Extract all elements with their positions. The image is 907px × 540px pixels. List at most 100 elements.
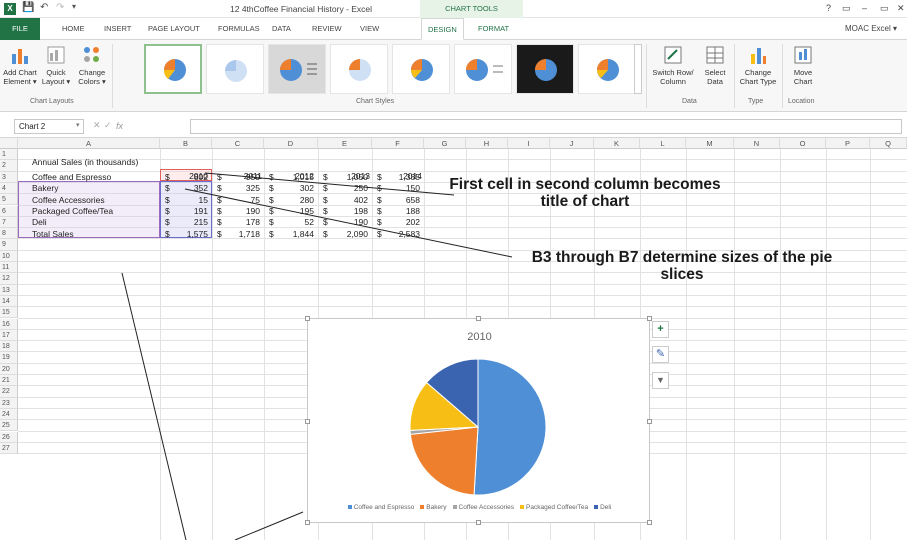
row-header-27[interactable]: 27 xyxy=(0,442,18,455)
user-account[interactable]: MOAC Excel ▾ xyxy=(845,24,897,33)
cell-value[interactable]: 188 xyxy=(372,206,420,217)
column-header-j[interactable]: J xyxy=(550,138,594,149)
cell-value[interactable]: 352 xyxy=(160,183,208,194)
cell-value[interactable]: 195 xyxy=(264,206,314,217)
chart-style-4[interactable] xyxy=(330,44,388,94)
cell-label[interactable]: Coffee and Espresso xyxy=(32,172,111,183)
chart-style-5[interactable] xyxy=(392,44,450,94)
row-header-2[interactable]: 2 xyxy=(0,160,18,172)
cell-value[interactable]: 325 xyxy=(212,183,260,194)
insert-function-icon[interactable]: fx xyxy=(116,121,123,131)
column-header-b[interactable]: B xyxy=(160,138,212,149)
cell-value[interactable]: 402 xyxy=(318,195,368,206)
cell-value[interactable]: 1,015 xyxy=(264,172,314,183)
row-header-8[interactable]: 8 xyxy=(0,228,18,240)
row-header-9[interactable]: 9 xyxy=(0,239,18,251)
chart-style-1[interactable] xyxy=(144,44,202,94)
chart-style-6[interactable] xyxy=(454,44,512,94)
legend-entry[interactable]: Coffee Accessories xyxy=(452,504,514,511)
tab-data[interactable]: DATA xyxy=(272,24,291,33)
cell-label[interactable]: Total Sales xyxy=(32,229,74,240)
column-header-e[interactable]: E xyxy=(318,138,372,149)
row-header-10[interactable]: 10 xyxy=(0,250,18,262)
column-header-q[interactable]: Q xyxy=(870,138,907,149)
cell-label[interactable]: Bakery xyxy=(32,183,58,194)
cell-value[interactable]: 191 xyxy=(160,206,208,217)
row-header-25[interactable]: 25 xyxy=(0,420,18,432)
column-header-f[interactable]: F xyxy=(372,138,424,149)
legend-entry[interactable]: Bakery xyxy=(420,504,447,511)
row-header-1[interactable]: 1 xyxy=(0,149,18,161)
cancel-icon[interactable]: ✕ xyxy=(93,120,101,131)
cell-value[interactable]: 15 xyxy=(160,195,208,206)
cell-label[interactable]: Coffee Accessories xyxy=(32,195,105,206)
column-header-h[interactable]: H xyxy=(466,138,508,149)
undo-icon[interactable]: ↶ xyxy=(40,2,48,13)
cell-value[interactable]: 75 xyxy=(212,195,260,206)
resize-handle[interactable] xyxy=(305,520,310,525)
legend-entry[interactable]: Packaged Coffee/Tea xyxy=(520,504,588,511)
tab-home[interactable]: HOME xyxy=(62,24,85,33)
row-header-5[interactable]: 5 xyxy=(0,194,18,206)
column-header-m[interactable]: M xyxy=(686,138,734,149)
cell-value[interactable]: 215 xyxy=(160,217,208,228)
row-header-23[interactable]: 23 xyxy=(0,397,18,409)
chart-filters-button[interactable]: ▼ xyxy=(652,372,669,389)
row-header-20[interactable]: 20 xyxy=(0,363,18,375)
switch-row-column-button[interactable]: Switch Row/ Column xyxy=(650,44,696,86)
row-header-16[interactable]: 16 xyxy=(0,318,18,330)
row-header-17[interactable]: 17 xyxy=(0,329,18,342)
name-box-dropdown-icon[interactable]: ▾ xyxy=(76,121,80,129)
cell-value[interactable]: 2,583 xyxy=(372,229,420,240)
chart-styles-button[interactable]: ✎ xyxy=(652,346,669,363)
tab-page-layout[interactable]: PAGE LAYOUT xyxy=(148,24,200,33)
add-chart-element-button[interactable]: Add Chart Element ▾ xyxy=(2,44,38,86)
cell-value[interactable]: 150 xyxy=(372,183,420,194)
quick-layout-button[interactable]: Quick Layout ▾ xyxy=(40,44,72,86)
row-header-26[interactable]: 26 xyxy=(0,431,18,443)
cell-value[interactable]: 302 xyxy=(264,183,314,194)
row-header-7[interactable]: 7 xyxy=(0,216,18,229)
help-icon[interactable]: ? xyxy=(826,3,831,13)
column-header-c[interactable]: C xyxy=(212,138,264,149)
tab-formulas[interactable]: FORMULAS xyxy=(218,24,260,33)
tab-design[interactable]: DESIGN xyxy=(421,18,464,40)
pie-chart[interactable]: 2010 Coffee and Espresso Bakery Coffee Acc… xyxy=(305,316,652,525)
tab-format[interactable]: FORMAT xyxy=(478,24,509,33)
cell-value[interactable]: 1,575 xyxy=(160,229,208,240)
row-header-11[interactable]: 11 xyxy=(0,262,18,274)
move-chart-button[interactable]: Move Chart xyxy=(786,44,820,86)
cell-value[interactable]: 178 xyxy=(212,217,260,228)
cell-value[interactable]: 250 xyxy=(318,183,368,194)
tab-file[interactable]: FILE xyxy=(0,18,40,40)
enter-icon[interactable]: ✓ xyxy=(104,120,112,131)
change-chart-type-button[interactable]: Change Chart Type xyxy=(738,44,778,86)
pie-slice-coffee-and-espresso[interactable] xyxy=(473,358,547,496)
close-icon[interactable]: ✕ xyxy=(897,3,905,14)
cell-value[interactable]: 1,385 xyxy=(372,172,420,183)
chart-style-2[interactable] xyxy=(206,44,264,94)
row-header-15[interactable]: 15 xyxy=(0,307,18,319)
pie-slice-bakery[interactable] xyxy=(409,426,479,496)
row-header-18[interactable]: 18 xyxy=(0,341,18,353)
column-header-a[interactable]: A xyxy=(18,138,160,149)
row-header-24[interactable]: 24 xyxy=(0,408,18,421)
ribbon-display-icon[interactable]: ▭ xyxy=(842,3,851,14)
styles-gallery-scroll[interactable] xyxy=(634,44,642,94)
column-header-k[interactable]: K xyxy=(594,138,640,149)
chart-elements-button[interactable]: + xyxy=(652,321,669,338)
cell-value[interactable]: 190 xyxy=(318,217,368,228)
cell-value[interactable]: 52 xyxy=(264,217,314,228)
select-all-corner[interactable] xyxy=(0,138,18,149)
cell-value[interactable]: 190 xyxy=(212,206,260,217)
row-header-14[interactable]: 14 xyxy=(0,295,18,308)
tab-insert[interactable]: INSERT xyxy=(104,24,131,33)
cell-value[interactable]: 802 xyxy=(160,172,208,183)
cell-label[interactable]: Packaged Coffee/Tea xyxy=(32,206,113,217)
save-icon[interactable]: 💾 xyxy=(22,2,34,13)
row-header-3[interactable]: 3 xyxy=(0,171,18,183)
cell-label[interactable]: Deli xyxy=(32,217,47,228)
row-header-13[interactable]: 13 xyxy=(0,284,18,296)
row-header-12[interactable]: 12 xyxy=(0,273,18,285)
column-header-l[interactable]: L xyxy=(640,138,686,149)
